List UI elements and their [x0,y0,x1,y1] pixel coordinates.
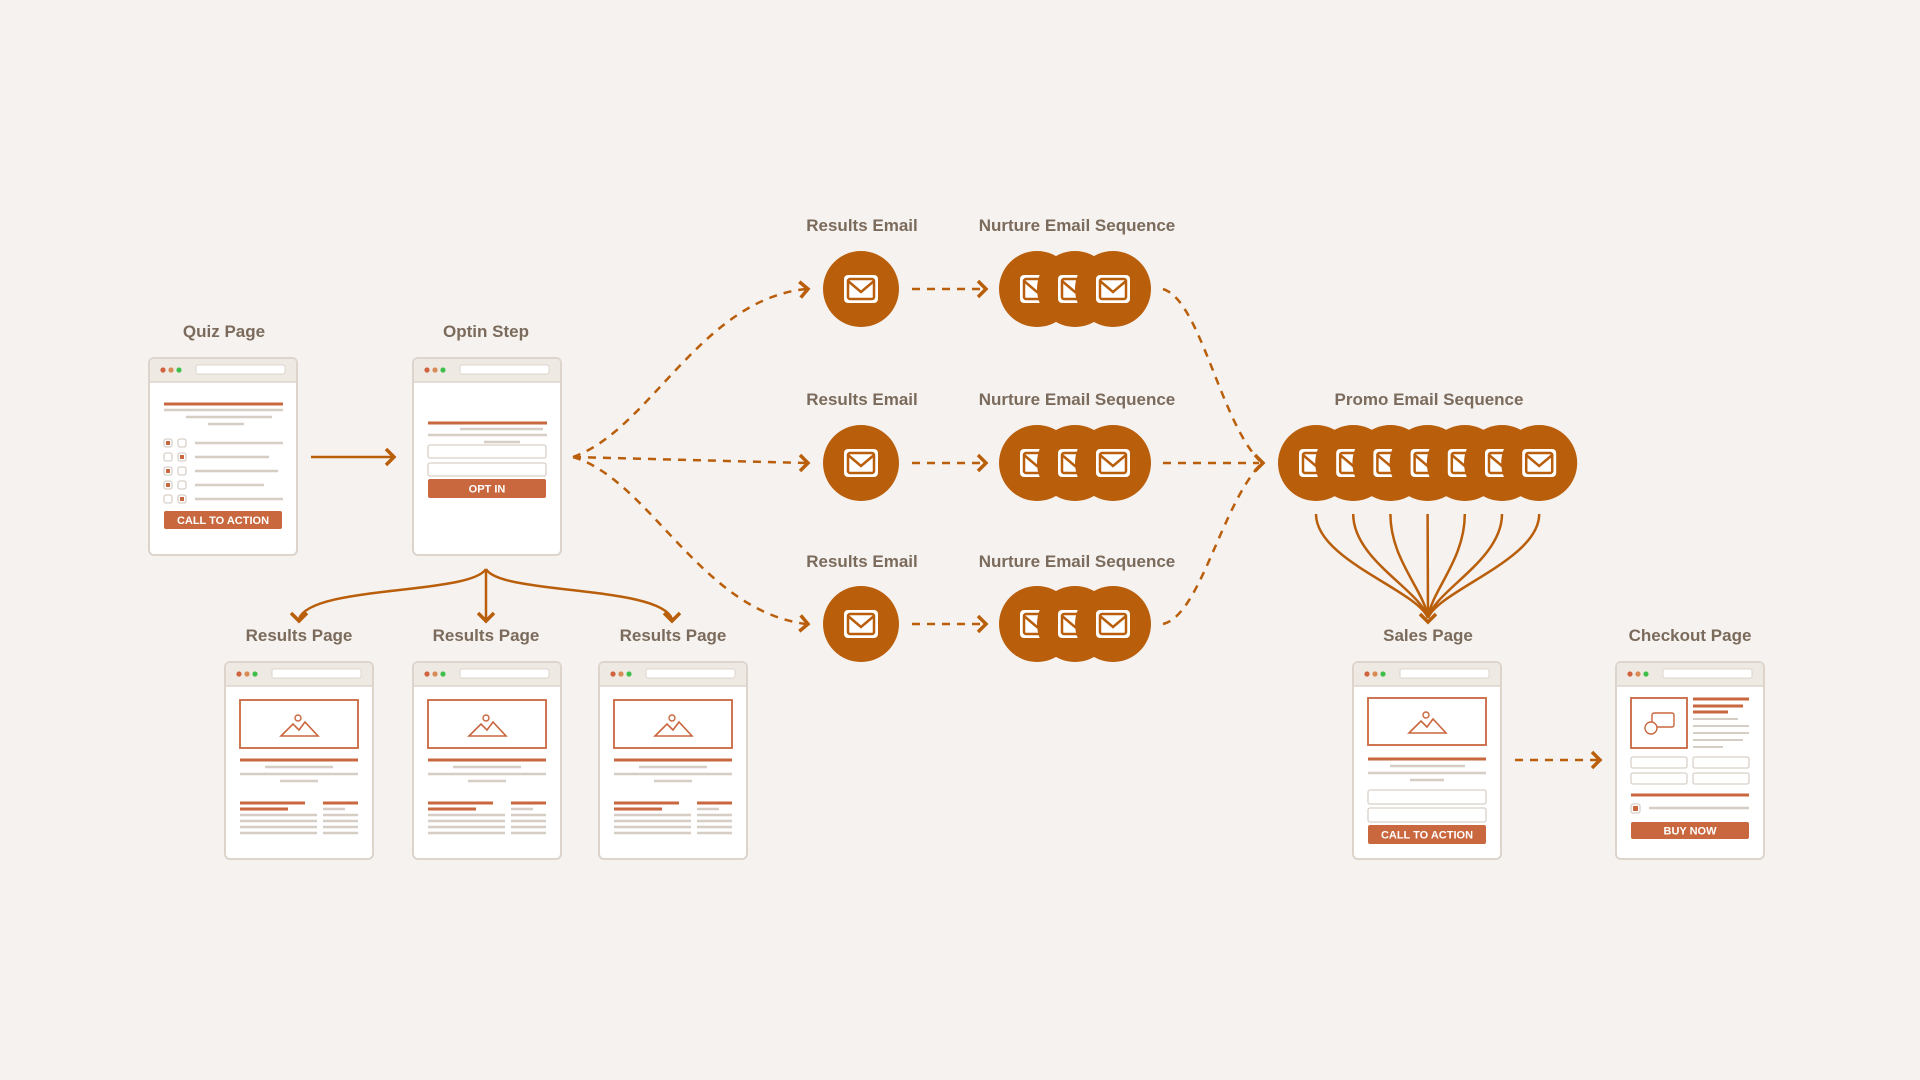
envelope-icon [1096,449,1130,477]
payment-image [1630,697,1688,749]
results-page-label-2: Results Page [433,626,540,645]
input-field [177,480,187,490]
checkbox-checked [166,441,170,445]
results-email-label-1: Results Email [806,216,918,235]
results-page-window-1 [224,661,374,860]
nurture-email-sequence-1 [999,251,1151,327]
nurture-sequence-label-2: Nurture Email Sequence [979,390,1176,409]
url-bar [645,668,736,679]
window-dot [168,367,174,373]
optin-step-window: OPT IN [412,357,562,556]
url-bar [195,364,286,375]
results-email-label-3: Results Email [806,552,918,571]
promo-email-sequence [1278,425,1578,501]
image-placeholder-icon [239,699,359,749]
input-field [177,438,187,448]
results-page-window-2 [412,661,562,860]
window-dot [618,671,624,677]
checkbox-checked [180,455,184,459]
checkbox-checked [166,483,170,487]
sales-page-label: Sales Page [1383,626,1473,645]
checkout-page-window: BUY NOW [1615,661,1765,860]
input-field [427,462,547,477]
url-bar [1662,668,1753,679]
funnel-diagram: CALL TO ACTION OPT IN CALL TO ACTION BUY NO… [0,0,1920,1080]
nurture-sequence-label-3: Nurture Email Sequence [979,552,1176,571]
input-field [1630,772,1688,785]
window-dot [244,671,250,677]
envelope-icon [1522,449,1557,477]
window-dot [1372,671,1378,677]
sales-page-window: CALL TO ACTION [1352,661,1502,860]
input-field [1367,789,1487,805]
window-dot [1643,671,1649,677]
input-field [427,444,547,459]
window-dot [626,671,632,677]
image-placeholder-icon [613,699,733,749]
window-dot [424,367,430,373]
cta-button-label: OPT IN [469,484,506,496]
input-field [1692,772,1750,785]
input-field [177,466,187,476]
quiz-page-window: CALL TO ACTION [148,357,298,556]
envelope-icon [844,610,878,638]
quiz-page-label: Quiz Page [183,322,265,341]
window-dot [1635,671,1641,677]
results-email-3 [823,586,899,662]
coin [1644,721,1658,735]
promo-sequence-label: Promo Email Sequence [1335,390,1524,409]
envelope-icon [1096,275,1130,303]
results-email-label-2: Results Email [806,390,918,409]
checkbox-checked [1633,806,1638,811]
window-dot [1380,671,1386,677]
results-page-label-3: Results Page [620,626,727,645]
nurture-email-sequence-3 [999,586,1151,662]
cta-button-label: BUY NOW [1664,826,1718,838]
optin-step-label: Optin Step [443,322,529,341]
window-dot [176,367,182,373]
nurture-sequence-label-1: Nurture Email Sequence [979,216,1176,235]
window-dot [1364,671,1370,677]
checkbox-checked [180,497,184,501]
input-field [1367,807,1487,823]
checkout-page-label: Checkout Page [1629,626,1752,645]
window-dot [432,671,438,677]
envelope-icon [844,449,878,477]
results-email-2 [823,425,899,501]
window-dot [252,671,258,677]
window-dot [236,671,242,677]
cta-button-label: CALL TO ACTION [177,515,269,527]
input-field [1692,756,1750,769]
window-dot [610,671,616,677]
nurture-email-sequence-2 [999,425,1151,501]
input-field [163,494,173,504]
url-bar [459,364,550,375]
results-email-1 [823,251,899,327]
checkbox-checked [166,469,170,473]
window-dot [440,671,446,677]
input-field [1630,756,1688,769]
window-dot [440,367,446,373]
envelope-icon [1096,610,1130,638]
window-dot [160,367,166,373]
image-placeholder-icon [1367,697,1487,746]
results-page-window-3 [598,661,748,860]
window-dot [424,671,430,677]
input-field [163,452,173,462]
window-dot [432,367,438,373]
window-dot [1627,671,1633,677]
results-page-label-1: Results Page [246,626,353,645]
url-bar [459,668,550,679]
url-bar [271,668,362,679]
image-placeholder-icon [427,699,547,749]
url-bar [1399,668,1490,679]
envelope-icon [844,275,878,303]
cta-button-label: CALL TO ACTION [1381,830,1473,842]
